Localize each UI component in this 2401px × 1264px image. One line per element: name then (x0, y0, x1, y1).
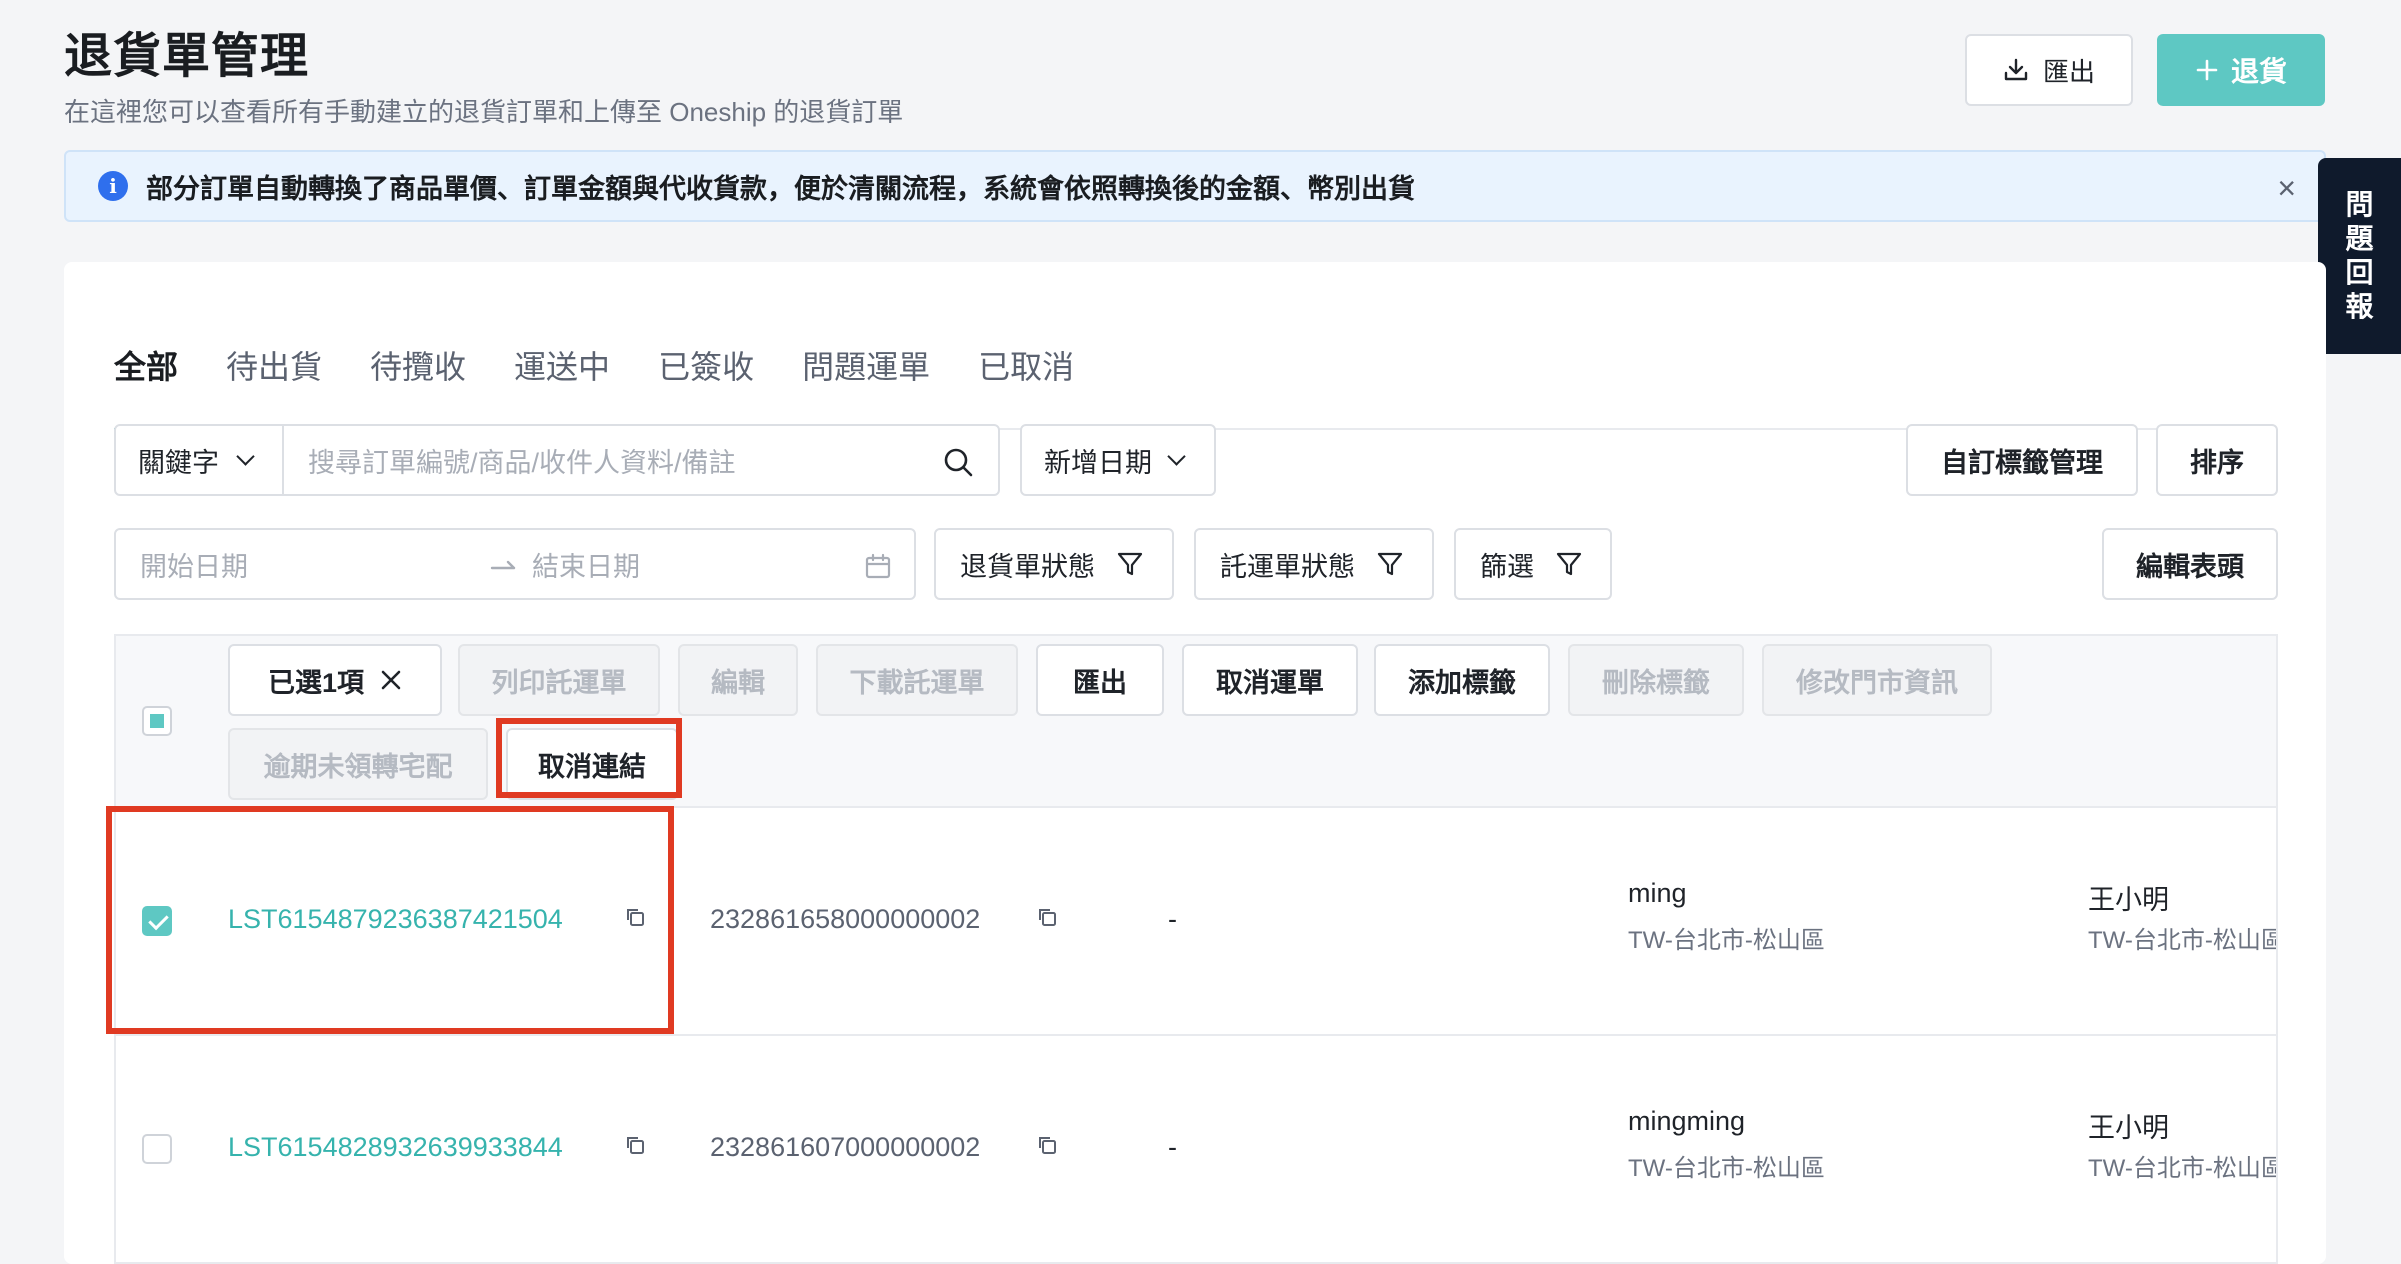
page-title: 退貨單管理 (64, 30, 310, 83)
start-date-placeholder: 開始日期 (140, 551, 248, 582)
filter-button[interactable]: 篩選 (1454, 528, 1612, 600)
unlink-button[interactable]: 取消連結 (506, 728, 678, 800)
search-input[interactable]: 搜尋訂單編號/商品/收件人資料/備註 (282, 424, 1000, 496)
date-range-picker[interactable]: 開始日期 結束日期 (114, 528, 916, 600)
plus-icon (2196, 59, 2218, 81)
row-checkbox[interactable] (142, 906, 172, 936)
feedback-char: 問 (2345, 189, 2374, 220)
edit-header-label: 編輯表頭 (2136, 551, 2244, 582)
tab-pending-pickup[interactable]: 待攬收 (370, 300, 466, 430)
status-tabs: 全部 待出貨 待攬收 運送中 已簽收 問題運單 已取消 (114, 300, 2276, 432)
delete-tag-button[interactable]: 刪除標籤 (1568, 644, 1744, 716)
sender-name: mingming (1628, 1106, 1746, 1136)
copy-icon[interactable] (624, 1134, 646, 1156)
tab-cancelled[interactable]: 已取消 (978, 300, 1074, 430)
edit-header-button[interactable]: 編輯表頭 (2102, 528, 2278, 600)
empty-value: - (1168, 904, 1177, 934)
sender-area: TW-台北市-松山區 (1628, 1155, 1825, 1182)
receiver-name: 王小明 (2088, 1113, 2169, 1143)
page-subtitle: 在這裡您可以查看所有手動建立的退貨訂單和上傳至 Oneship 的退貨訂單 (64, 97, 904, 127)
returns-table: 已選1項 列印託運單 編輯 下載託運單 匯出 取消運單 添加標籤 刪除標籤 修改… (114, 634, 2278, 1264)
search-icon[interactable] (942, 446, 974, 478)
add-return-button-label: 退貨 (2230, 56, 2287, 87)
export-button[interactable]: 匯出 (1965, 34, 2133, 106)
sender-name: ming (1628, 878, 1687, 908)
export-button-label: 匯出 (2042, 56, 2095, 87)
order-id-link[interactable]: LST6154879236387421504 (228, 904, 563, 935)
row-checkbox[interactable] (142, 1134, 172, 1164)
chevron-down-icon (236, 446, 255, 466)
selected-count-label: 已選1項 (267, 667, 365, 698)
return-status-filter[interactable]: 退貨單狀態 (934, 528, 1174, 600)
print-waybill-button[interactable]: 列印託運單 (458, 644, 660, 716)
return-status-label: 退貨單狀態 (960, 551, 1095, 582)
custom-tags-label: 自訂標籤管理 (1941, 447, 2103, 478)
table-row[interactable]: LST6154828932639933844 23286160700000000… (116, 1036, 2276, 1264)
end-date-placeholder: 結束日期 (532, 551, 640, 582)
export-selected-button[interactable]: 匯出 (1036, 644, 1164, 716)
info-icon: i (98, 171, 128, 201)
tab-problem[interactable]: 問題運單 (802, 300, 930, 430)
info-notice: i 部分訂單自動轉換了商品單價、訂單金額與代收貨款，便於清關流程，系統會依照轉換… (64, 150, 2326, 222)
sort-button[interactable]: 排序 (2156, 424, 2278, 496)
keyword-select-label: 關鍵字 (138, 447, 219, 478)
copy-icon[interactable] (624, 906, 646, 928)
download-icon (2004, 58, 2028, 81)
download-waybill-button[interactable]: 下載託運單 (816, 644, 1018, 716)
keyword-select[interactable]: 關鍵字 (114, 424, 284, 496)
custom-tags-button[interactable]: 自訂標籤管理 (1906, 424, 2138, 496)
date-type-select[interactable]: 新增日期 (1020, 424, 1216, 496)
feedback-char: 報 (2345, 291, 2374, 322)
order-id-link[interactable]: LST6154828932639933844 (228, 1132, 563, 1163)
feedback-tab[interactable]: 問 題 回 報 (2318, 158, 2401, 354)
select-all-checkbox[interactable] (142, 706, 172, 736)
close-icon[interactable] (380, 669, 402, 691)
tab-delivered[interactable]: 已簽收 (658, 300, 754, 430)
filter-label: 篩選 (1480, 551, 1534, 582)
search-placeholder: 搜尋訂單編號/商品/收件人資料/備註 (308, 447, 736, 478)
bulk-action-toolbar: 已選1項 列印託運單 編輯 下載託運單 匯出 取消運單 添加標籤 刪除標籤 修改… (116, 636, 2276, 808)
sender-area: TW-台北市-松山區 (1628, 927, 1825, 954)
sort-label: 排序 (2190, 447, 2244, 478)
receiver-area: TW-台北市-松山區 (2088, 927, 2278, 954)
tab-in-transit[interactable]: 運送中 (514, 300, 610, 430)
add-tag-button[interactable]: 添加標籤 (1374, 644, 1550, 716)
feedback-char: 題 (2345, 223, 2374, 254)
feedback-char: 回 (2345, 257, 2374, 288)
waybill-status-label: 託運單狀態 (1220, 551, 1355, 582)
filter-icon (1556, 552, 1582, 576)
chevron-down-icon (1167, 446, 1186, 466)
arrow-right-icon (490, 560, 516, 570)
edit-button[interactable]: 編輯 (678, 644, 798, 716)
copy-icon[interactable] (1036, 906, 1058, 928)
filter-icon (1117, 552, 1143, 576)
empty-value: - (1168, 1132, 1177, 1162)
notice-text: 部分訂單自動轉換了商品單價、訂單金額與代收貨款，便於清關流程，系統會依照轉換後的… (146, 173, 1415, 204)
tab-pending-shipment[interactable]: 待出貨 (226, 300, 322, 430)
selected-count-chip[interactable]: 已選1項 (228, 644, 442, 716)
filter-icon (1377, 552, 1403, 576)
waybill-number: 232861607000000002 (710, 1132, 981, 1162)
calendar-icon (865, 553, 891, 579)
close-icon[interactable]: × (2277, 170, 2296, 207)
waybill-number: 232861658000000002 (710, 904, 981, 934)
tab-all[interactable]: 全部 (114, 300, 179, 432)
add-return-button[interactable]: 退貨 (2157, 34, 2325, 106)
overdue-home-delivery-button[interactable]: 逾期未領轉宅配 (228, 728, 488, 800)
receiver-name: 王小明 (2088, 885, 2169, 915)
table-row[interactable]: LST6154879236387421504 23286165800000000… (116, 808, 2276, 1036)
date-type-label: 新增日期 (1044, 447, 1152, 478)
receiver-area: TW-台北市-松山區 (2088, 1155, 2278, 1182)
copy-icon[interactable] (1036, 1134, 1058, 1156)
edit-store-button[interactable]: 修改門市資訊 (1762, 644, 1992, 716)
main-card: 全部 待出貨 待攬收 運送中 已簽收 問題運單 已取消 關鍵字 搜尋訂單編號/商… (64, 262, 2326, 1264)
cancel-waybill-button[interactable]: 取消運單 (1182, 644, 1358, 716)
waybill-status-filter[interactable]: 託運單狀態 (1194, 528, 1434, 600)
